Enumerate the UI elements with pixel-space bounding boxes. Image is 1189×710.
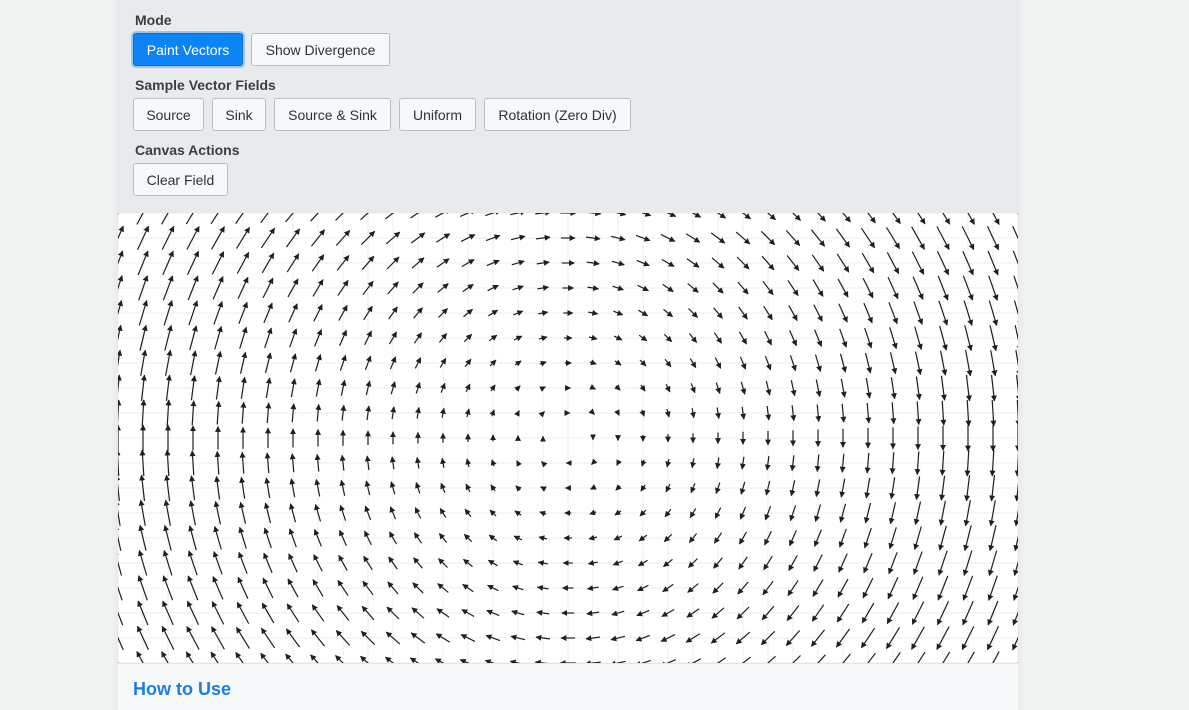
source-sink-button[interactable]: Source & Sink	[274, 98, 391, 131]
vector-arrow	[965, 399, 972, 427]
vector-arrow	[315, 403, 322, 422]
vector-arrow	[139, 449, 146, 477]
vector-arrow	[189, 450, 196, 476]
sink-button[interactable]: Sink	[212, 98, 266, 131]
vector-arrow	[214, 450, 221, 475]
app-container: Mode Paint Vectors Show Divergence Sampl…	[118, 0, 1018, 710]
vector-arrow	[939, 450, 946, 476]
vector-arrow	[215, 400, 222, 425]
vector-arrow	[814, 454, 821, 473]
vector-arrow	[118, 661, 119, 663]
show-divergence-button[interactable]: Show Divergence	[251, 33, 390, 66]
vector-arrow	[864, 452, 871, 474]
uniform-button[interactable]: Uniform	[399, 98, 476, 131]
paint-vectors-button[interactable]: Paint Vectors	[133, 33, 243, 66]
vector-arrow	[190, 400, 197, 426]
mode-label: Mode	[135, 12, 172, 28]
vector-arrow	[914, 451, 921, 476]
clear-field-button[interactable]: Clear Field	[133, 163, 228, 196]
help-section: How to Use	[118, 663, 1018, 710]
vector-arrow	[240, 401, 247, 424]
source-button[interactable]: Source	[133, 98, 204, 131]
vector-arrow	[915, 401, 922, 426]
vector-arrow	[839, 453, 846, 473]
vector-arrow	[118, 213, 119, 215]
vector-arrow	[940, 400, 947, 426]
vector-arrow	[964, 449, 971, 477]
vector-arrow	[1017, 213, 1018, 215]
canvas-actions-label: Canvas Actions	[135, 142, 240, 158]
sample-fields-label: Sample Vector Fields	[135, 77, 276, 93]
vector-arrow	[289, 453, 296, 473]
help-title: How to Use	[133, 679, 232, 699]
grid-lines	[118, 213, 1018, 663]
vector-arrow	[239, 451, 246, 474]
vector-arrow	[990, 399, 997, 427]
vector-arrow	[890, 402, 897, 425]
vector-arrow	[165, 399, 172, 427]
vector-arrow	[140, 399, 147, 427]
vector-arrow	[865, 402, 872, 424]
rotation-button[interactable]: Rotation (Zero Div)	[484, 98, 631, 131]
vector-arrow	[989, 449, 996, 477]
vector-arrow	[840, 403, 847, 423]
vector-arrow	[815, 404, 822, 423]
vector-arrow	[265, 402, 272, 424]
vector-field-canvas[interactable]	[118, 213, 1018, 663]
vector-arrow	[1017, 661, 1018, 663]
controls-panel: Mode Paint Vectors Show Divergence Sampl…	[118, 0, 1018, 213]
vector-field-svg[interactable]	[118, 213, 1018, 663]
vector-arrow	[314, 453, 321, 472]
vector-arrow	[889, 452, 896, 475]
vector-arrow	[264, 452, 271, 474]
vector-arrow	[290, 403, 297, 423]
vector-arrow	[164, 449, 171, 477]
